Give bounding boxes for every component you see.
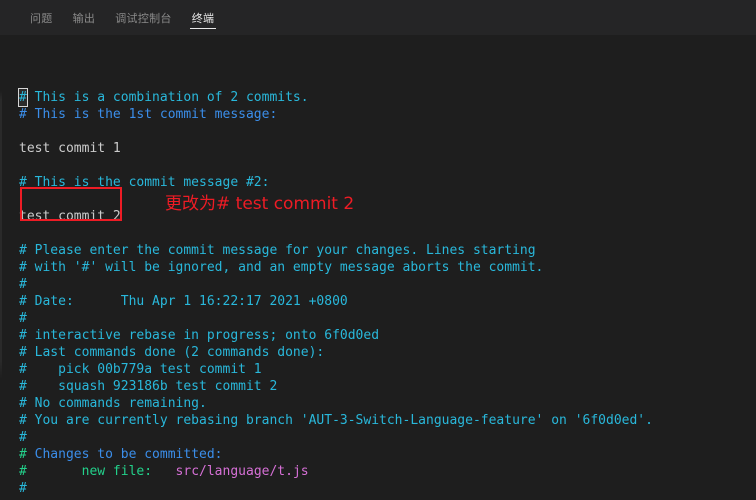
terminal-text-segment: src/language/t.js bbox=[175, 464, 309, 479]
terminal-text-segment: # bbox=[19, 430, 27, 445]
terminal-text-segment: # bbox=[19, 447, 35, 462]
terminal-line: # interactive rebase in progress; onto 6… bbox=[19, 327, 653, 344]
terminal-text-segment: # squash 923186b test commit 2 bbox=[19, 379, 278, 394]
terminal-line: test commit 1 bbox=[19, 140, 653, 157]
terminal-text-segment: # bbox=[19, 481, 27, 496]
terminal-text-segment: # Last commands done (2 commands done): bbox=[19, 345, 325, 360]
terminal-text-segment: # bbox=[19, 464, 27, 479]
terminal-text-segment: new file: bbox=[26, 464, 176, 479]
terminal-text-segment: # interactive rebase in progress; onto 6… bbox=[19, 328, 380, 343]
terminal-line: # You are currently rebasing branch 'AUT… bbox=[19, 412, 653, 429]
terminal-text-segment: # Please enter the commit message for yo… bbox=[19, 243, 536, 258]
terminal-text-segment: # This is the commit message #2: bbox=[19, 175, 270, 190]
terminal-text-segment: # pick 00b779a test commit 1 bbox=[19, 362, 262, 377]
terminal-line: # This is the commit message #2: bbox=[19, 174, 653, 191]
panel-tab-label: 问题 bbox=[30, 12, 53, 25]
terminal-text-segment: # You are currently rebasing branch 'AUT… bbox=[19, 413, 653, 428]
terminal-line: # No commands remaining. bbox=[19, 395, 653, 412]
terminal-panel-window: 问题 输出 调试控制台 终端 # This is a combination of 2… bbox=[0, 0, 756, 500]
terminal-line: # Date: Thu Apr 1 16:22:17 2021 +0800 bbox=[19, 293, 653, 310]
terminal-line: # with '#' will be ignored, and an empty… bbox=[19, 259, 653, 276]
terminal-line: # new file: src/language/t.js bbox=[19, 463, 653, 480]
panel-tab-label: 调试控制台 bbox=[115, 12, 172, 25]
terminal-line: # Please enter the commit message for yo… bbox=[19, 242, 653, 259]
terminal-line: # Changes to be committed: bbox=[19, 446, 653, 463]
terminal-line: # This is the 1st commit message: bbox=[19, 106, 653, 123]
terminal-text-buffer: # This is a combination of 2 commits. # T… bbox=[18, 38, 653, 500]
terminal-line: # Last commands done (2 commands done): bbox=[19, 344, 653, 361]
terminal-text-segment: # with '#' will be ignored, and an empty… bbox=[19, 260, 544, 275]
terminal-text-segment: # This is the 1st commit message: bbox=[19, 107, 278, 122]
tab-output[interactable]: 输出 bbox=[63, 0, 106, 35]
terminal-text-segment: # bbox=[19, 277, 27, 292]
panel-tab-label: 输出 bbox=[72, 12, 96, 25]
terminal-line: # squash 923186b test commit 2 bbox=[19, 378, 653, 395]
terminal-text-segment: Changes to be committed: bbox=[34, 447, 223, 462]
terminal-line: # bbox=[19, 310, 653, 327]
terminal-text-segment: test commit 1 bbox=[19, 141, 121, 156]
terminal-line: # pick 00b779a test commit 1 bbox=[19, 361, 653, 378]
terminal-line: # bbox=[19, 429, 653, 446]
terminal-line: # This is a combination of 2 commits. bbox=[18, 88, 653, 107]
terminal-text-segment: # Date: Thu Apr 1 16:22:17 2021 +0800 bbox=[19, 294, 348, 309]
panel-tab-bar: 问题 输出 调试控制台 终端 bbox=[0, 0, 756, 35]
tab-terminal[interactable]: 终端 bbox=[182, 0, 225, 35]
terminal-line: # bbox=[19, 276, 653, 293]
panel-tab-label: 终端 bbox=[191, 12, 215, 25]
terminal-output-area[interactable]: # This is a combination of 2 commits. # T… bbox=[0, 35, 756, 500]
active-tab-underline bbox=[189, 28, 217, 29]
terminal-text-segment: # bbox=[19, 311, 27, 326]
terminal-text-segment: # No commands remaining. bbox=[19, 396, 207, 411]
terminal-cursor: # bbox=[18, 88, 28, 107]
terminal-line: test commit 2 bbox=[19, 208, 653, 225]
tab-problems[interactable]: 问题 bbox=[20, 0, 63, 35]
terminal-line: # bbox=[19, 480, 653, 497]
terminal-text-segment: test commit 2 bbox=[19, 209, 121, 224]
terminal-scroll-edge-indicator bbox=[0, 35, 2, 500]
tab-debug-console[interactable]: 调试控制台 bbox=[105, 0, 182, 35]
terminal-text-segment: This is a combination of 2 commits. bbox=[26, 90, 309, 105]
